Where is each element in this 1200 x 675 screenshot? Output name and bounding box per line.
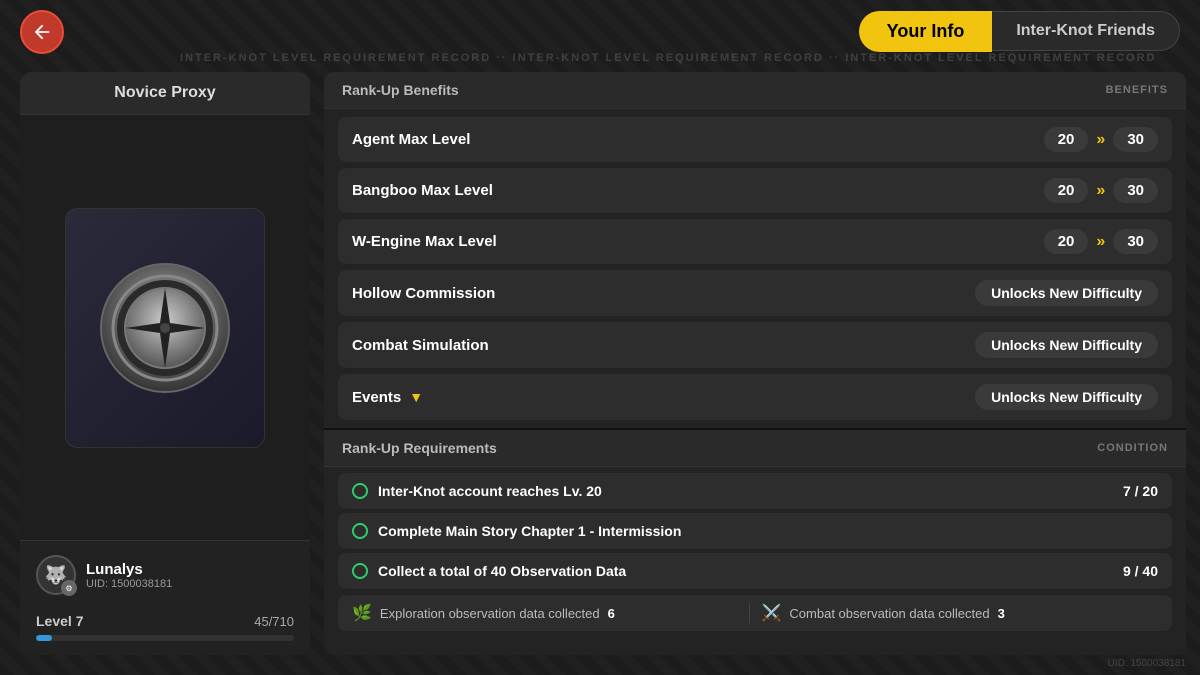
- level-change-wengine: 20 » 30: [1044, 229, 1158, 254]
- benefits-header: Rank-Up Benefits BENEFITS: [324, 72, 1186, 109]
- req-count-observation: 9 / 40: [1123, 563, 1158, 579]
- back-button[interactable]: [20, 10, 64, 54]
- uid-watermark: UID: 1500038181: [1108, 658, 1186, 669]
- avatar-area: [20, 115, 310, 540]
- xp-bar: [36, 635, 294, 641]
- avatar-card: [65, 208, 265, 448]
- level-to-wengine: 30: [1113, 229, 1158, 254]
- benefit-label-events: Events ▼: [352, 389, 423, 406]
- user-details: Lunalys UID: 1500038181: [86, 561, 172, 590]
- benefit-hollow-commission: Hollow Commission Unlocks New Difficulty: [338, 270, 1172, 316]
- rank-title: Novice Proxy: [20, 72, 310, 115]
- exploration-obs-cell: 🌿 Exploration observation data collected…: [352, 603, 749, 623]
- level-from-bangboo: 20: [1044, 178, 1089, 203]
- level-to-agent: 30: [1113, 127, 1158, 152]
- req-list: Inter-Knot account reaches Lv. 20 7 / 20…: [324, 467, 1186, 637]
- req-text-story: Complete Main Story Chapter 1 - Intermis…: [378, 523, 1158, 539]
- exploration-obs-label: Exploration observation data collected: [380, 606, 600, 621]
- user-info-section: 🐺 ⚙ Lunalys UID: 1500038181: [20, 540, 310, 605]
- unlock-badge-events: Unlocks New Difficulty: [975, 384, 1158, 410]
- arrow-double-icon-bangboo: »: [1096, 182, 1105, 200]
- level-from-agent: 20: [1044, 127, 1089, 152]
- req-check-observation: [352, 563, 368, 579]
- user-name: Lunalys: [86, 561, 172, 578]
- benefit-label-combat: Combat Simulation: [352, 337, 489, 354]
- level-section: Level 7 45/710: [20, 605, 310, 655]
- level-xp: 45/710: [254, 614, 294, 629]
- requirements-section: Rank-Up Requirements CONDITION Inter-Kno…: [324, 428, 1186, 655]
- benefit-combat-simulation: Combat Simulation Unlocks New Difficulty: [338, 322, 1172, 368]
- req-row-observation: Collect a total of 40 Observation Data 9…: [338, 553, 1172, 589]
- unlock-badge-hollow: Unlocks New Difficulty: [975, 280, 1158, 306]
- right-panel: Rank-Up Benefits BENEFITS Agent Max Leve…: [324, 72, 1186, 655]
- combat-obs-cell: ⚔️ Combat observation data collected 3: [749, 603, 1159, 623]
- benefit-agent-max-level: Agent Max Level 20 » 30: [338, 117, 1172, 162]
- chevron-down-icon: ▼: [409, 389, 423, 405]
- benefits-list: Agent Max Level 20 » 30 Bangboo Max Leve…: [324, 109, 1186, 428]
- req-check-level: [352, 483, 368, 499]
- level-label: Level 7: [36, 613, 83, 629]
- combat-obs-count: 3: [998, 606, 1005, 621]
- level-to-bangboo: 30: [1113, 178, 1158, 203]
- unlock-badge-combat: Unlocks New Difficulty: [975, 332, 1158, 358]
- level-from-wengine: 20: [1044, 229, 1089, 254]
- requirements-header: Rank-Up Requirements CONDITION: [324, 430, 1186, 467]
- user-uid: UID: 1500038181: [86, 578, 172, 590]
- benefit-events[interactable]: Events ▼ Unlocks New Difficulty: [338, 374, 1172, 420]
- user-badge: ⚙: [61, 580, 77, 596]
- observation-data-row: 🌿 Exploration observation data collected…: [338, 595, 1172, 631]
- level-change-agent: 20 » 30: [1044, 127, 1158, 152]
- level-row: Level 7 45/710: [36, 613, 294, 629]
- req-title: Rank-Up Requirements: [342, 440, 497, 456]
- benefit-bangboo-max-level: Bangboo Max Level 20 » 30: [338, 168, 1172, 213]
- benefit-label-bangboo: Bangboo Max Level: [352, 182, 493, 199]
- req-row-story: Complete Main Story Chapter 1 - Intermis…: [338, 513, 1172, 549]
- benefit-label-agent: Agent Max Level: [352, 131, 470, 148]
- left-panel: Novice Proxy: [20, 72, 310, 655]
- level-change-bangboo: 20 » 30: [1044, 178, 1158, 203]
- exploration-obs-count: 6: [608, 606, 615, 621]
- req-row-level: Inter-Knot account reaches Lv. 20 7 / 20: [338, 473, 1172, 509]
- top-bar: Your Info Inter-Knot Friends: [0, 0, 1200, 62]
- avatar-emblem: [95, 258, 235, 398]
- benefits-title: Rank-Up Benefits: [342, 82, 459, 98]
- benefit-label-wengine: W-Engine Max Level: [352, 233, 497, 250]
- combat-obs-icon: ⚔️: [762, 603, 782, 623]
- back-icon: [31, 21, 53, 43]
- req-text-observation: Collect a total of 40 Observation Data: [378, 563, 1113, 579]
- benefit-label-hollow: Hollow Commission: [352, 285, 495, 302]
- tab-group: Your Info Inter-Knot Friends: [859, 11, 1180, 52]
- xp-fill: [36, 635, 52, 641]
- req-check-story: [352, 523, 368, 539]
- req-label: CONDITION: [1097, 442, 1168, 454]
- req-text-level: Inter-Knot account reaches Lv. 20: [378, 483, 1113, 499]
- benefit-wengine-max-level: W-Engine Max Level 20 » 30: [338, 219, 1172, 264]
- tab-inter-knot-friends[interactable]: Inter-Knot Friends: [992, 11, 1180, 51]
- combat-obs-label: Combat observation data collected: [789, 606, 989, 621]
- benefits-label: BENEFITS: [1106, 84, 1168, 96]
- req-count-level: 7 / 20: [1123, 483, 1158, 499]
- exploration-obs-icon: 🌿: [352, 603, 372, 623]
- arrow-double-icon: »: [1096, 131, 1105, 149]
- tab-your-info[interactable]: Your Info: [859, 11, 993, 52]
- arrow-double-icon-wengine: »: [1096, 233, 1105, 251]
- user-avatar: 🐺 ⚙: [36, 555, 76, 595]
